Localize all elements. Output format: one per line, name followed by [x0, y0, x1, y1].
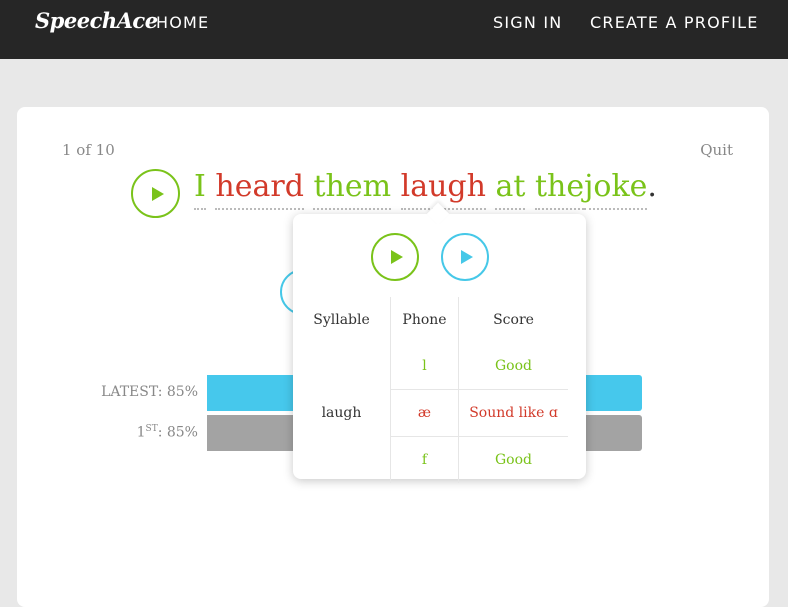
word[interactable]: I [194, 169, 206, 210]
phone-cell: æ [390, 389, 459, 437]
sentence: I heard them laugh at thejoke. [194, 169, 657, 210]
speechace-logo[interactable]: SpeechAce [35, 8, 158, 33]
table-row: laugh l Good [293, 343, 568, 421]
word-detail-popover: Syllable Phone Score laugh l Good æ Soun… [293, 202, 586, 483]
quiz-progress: 1 of 10 [62, 141, 115, 159]
header-syllable: Syllable [313, 312, 370, 328]
word[interactable]: joke [584, 169, 648, 210]
header-score: Score [493, 312, 534, 328]
phone-cell: f [390, 436, 459, 483]
score-cell: Good [494, 452, 532, 468]
play-icon [152, 187, 164, 201]
syllable-cell: laugh [321, 405, 362, 421]
word[interactable]: heard [215, 169, 304, 210]
header-phone: Phone [390, 297, 459, 343]
quit-link[interactable]: Quit [700, 141, 733, 159]
word[interactable]: at [495, 169, 526, 210]
first-score-label: 1ST: 85% [136, 424, 198, 441]
phone-cell: l [390, 343, 459, 390]
play-recording-button[interactable] [441, 233, 489, 281]
nav-create-profile-link[interactable]: CREATE A PROFILE [590, 13, 759, 32]
phoneme-table: Syllable Phone Score laugh l Good æ Soun… [293, 297, 568, 483]
top-navbar: SpeechAce HOME SIGN IN CREATE A PROFILE [0, 0, 788, 59]
table-header-row: Syllable Phone Score [293, 297, 568, 343]
sentence-punctuation: . [647, 169, 657, 204]
play-icon [391, 250, 403, 264]
score-cell: Good [494, 358, 532, 374]
word[interactable]: them [313, 169, 392, 210]
play-sentence-button[interactable] [131, 169, 180, 218]
score-cell: Sound like ɑ [458, 389, 568, 437]
latest-score-label: LATEST: 85% [101, 384, 198, 400]
nav-home-link[interactable]: HOME [156, 13, 209, 32]
play-icon [461, 250, 473, 264]
word[interactable]: the [534, 169, 585, 210]
word[interactable]: laugh [400, 169, 486, 210]
nav-sign-in-link[interactable]: SIGN IN [493, 13, 562, 32]
play-native-button[interactable] [371, 233, 419, 281]
